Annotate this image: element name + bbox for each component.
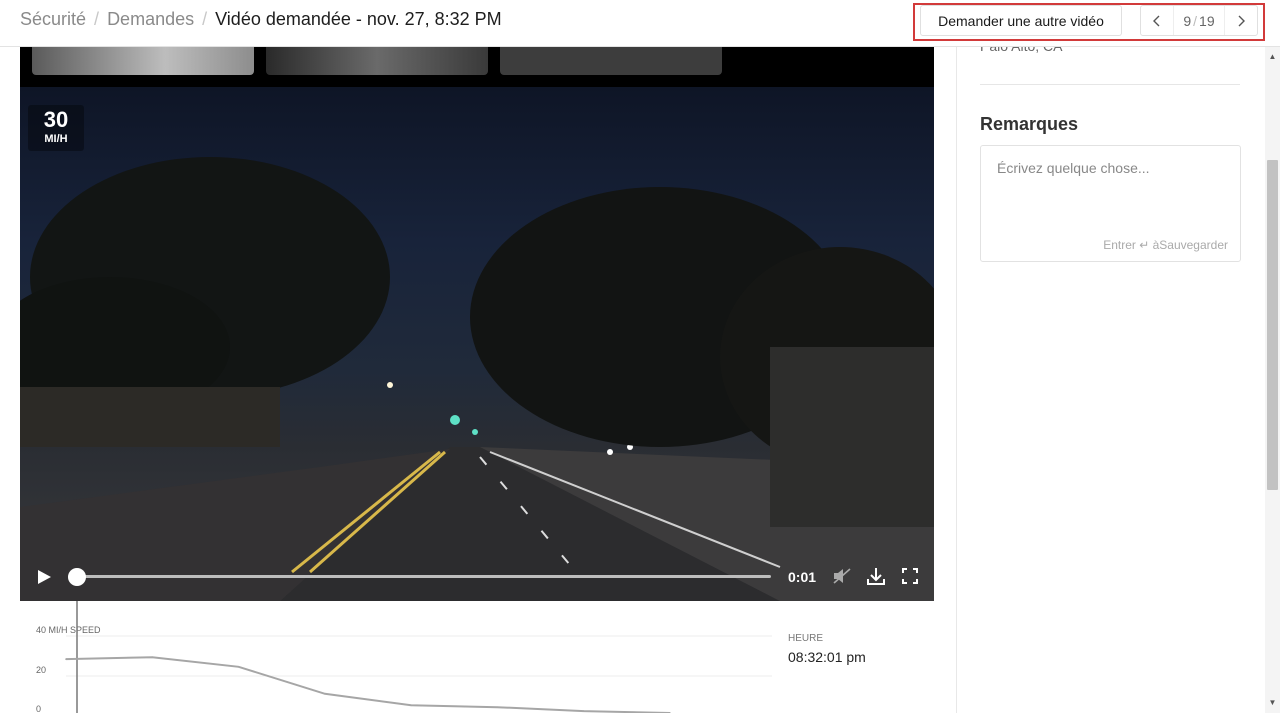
speed-overlay: 30 MI/H <box>28 105 84 151</box>
next-button[interactable] <box>1225 6 1257 35</box>
time-display: 0:01 <box>788 569 817 585</box>
breadcrumb-demandes[interactable]: Demandes <box>107 9 194 30</box>
pager-divider: / <box>1193 12 1198 29</box>
speed-series-line <box>65 656 671 713</box>
speed-point <box>582 710 585 712</box>
video-controls: 0:01 <box>20 561 934 591</box>
scroll-up-icon[interactable]: ▲ <box>1267 52 1278 66</box>
section-divider <box>980 84 1240 85</box>
progress-track[interactable] <box>68 575 771 578</box>
chevron-right-icon <box>1238 15 1245 26</box>
video-pager: 9 / 19 <box>1140 5 1258 36</box>
speed-point <box>237 666 240 668</box>
speed-point <box>324 693 326 695</box>
speed-point <box>151 656 154 658</box>
pager-count: 9 / 19 <box>1173 6 1225 35</box>
thumbnail-front[interactable] <box>32 47 254 75</box>
speed-point <box>496 706 499 708</box>
time-value: 08:32:01 pm <box>788 649 866 665</box>
time-label: HEURE <box>788 633 824 644</box>
speed-unit: MI/H <box>44 133 68 145</box>
notes-save-hint: Entrer ↵ àSauvegarder <box>1103 238 1228 252</box>
play-icon[interactable] <box>36 569 52 585</box>
download-icon[interactable] <box>866 566 886 586</box>
speed-chart-svg: 40 MI/H SPEED 20 0 <box>36 601 772 713</box>
panel-divider <box>956 47 957 713</box>
scrollbar-thumb[interactable] <box>1267 160 1278 490</box>
chart-y-label: 40 MI/H SPEED <box>36 625 101 635</box>
breadcrumb-separator: / <box>94 9 100 29</box>
request-another-video-button[interactable]: Demander une autre vidéo <box>920 5 1122 36</box>
top-header: Sécurité / Demandes / Vidéo demandée - n… <box>0 0 1280 47</box>
speed-value: 30 <box>43 107 69 132</box>
video-frame <box>20 157 934 601</box>
thumbnail-empty[interactable] <box>500 47 722 75</box>
page-title: Vidéo demandée - nov. 27, 8:32 PM <box>215 9 502 29</box>
mute-icon[interactable] <box>832 567 852 585</box>
notes-textarea[interactable]: Écrivez quelque chose... Entrer ↵ àSauve… <box>980 145 1241 262</box>
notes-placeholder: Écrivez quelque chose... <box>997 160 1150 176</box>
speed-point <box>65 658 67 660</box>
chart-tick-20: 20 <box>36 665 46 675</box>
breadcrumb: Sécurité / Demandes / Vidéo demandée - n… <box>20 9 502 30</box>
chart-tick-0: 0 <box>36 704 41 713</box>
pager-current: 9 <box>1183 12 1192 29</box>
camera-thumbnails <box>20 47 934 87</box>
breadcrumb-securite[interactable]: Sécurité <box>20 9 86 30</box>
pager-total: 19 <box>1199 12 1215 29</box>
chevron-left-icon <box>1153 15 1160 26</box>
fullscreen-icon[interactable] <box>902 568 918 584</box>
speed-point <box>410 704 412 707</box>
breadcrumb-separator: / <box>202 9 208 29</box>
progress-handle[interactable] <box>68 568 86 586</box>
page: Sécurité / Demandes / Vidéo demandée - n… <box>0 0 1280 713</box>
previous-button[interactable] <box>1141 6 1173 35</box>
notes-title: Remarques <box>980 114 1079 134</box>
video-player[interactable]: 30 MI/H 0:01 <box>20 87 934 601</box>
thumbnail-cabin[interactable] <box>266 47 488 75</box>
scroll-down-icon[interactable]: ▼ <box>1267 698 1278 712</box>
